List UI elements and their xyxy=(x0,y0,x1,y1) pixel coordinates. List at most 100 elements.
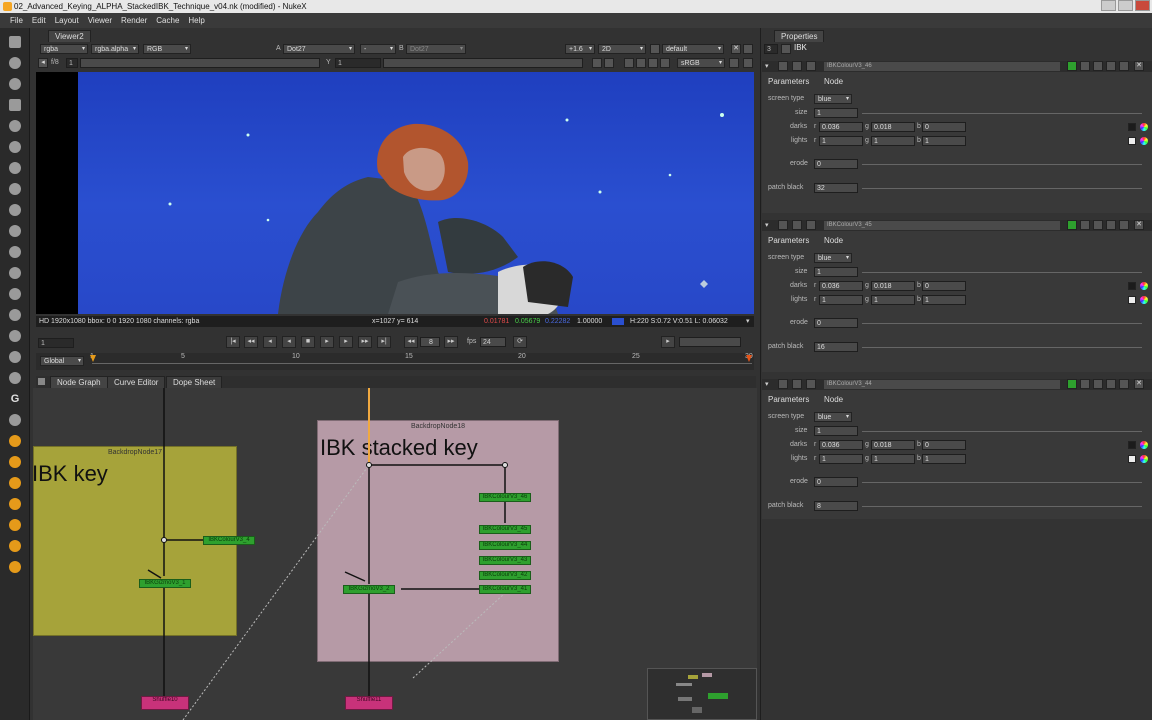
size-slider[interactable] xyxy=(862,113,1142,114)
step-forward-button[interactable]: ▸ xyxy=(339,336,353,348)
pause-icon[interactable] xyxy=(624,58,634,68)
proxy-icon[interactable] xyxy=(604,58,614,68)
close-viewer-icon[interactable]: ✕ xyxy=(731,44,741,54)
timeline[interactable]: Global 1 5 10 15 20 25 30 xyxy=(36,353,754,370)
darks-b-field[interactable]: 0 xyxy=(922,122,966,132)
node-graph-canvas[interactable]: BackdropNode17 IBK key BackdropNode18 IB… xyxy=(33,388,757,720)
undo-icon[interactable] xyxy=(1080,61,1090,71)
properties-pin-icon[interactable]: IBK xyxy=(794,43,807,53)
step-back-button[interactable]: ◂ xyxy=(263,336,277,348)
patch-black-slider[interactable] xyxy=(862,188,1142,189)
size-field[interactable]: 1 xyxy=(814,108,858,118)
panel-node-icon[interactable] xyxy=(792,379,802,389)
lights-g-field[interactable]: 1 xyxy=(871,136,915,146)
lights-r-field[interactable]: 1 xyxy=(819,295,863,305)
menu-layout[interactable]: Layout xyxy=(55,16,79,25)
node-shuffle-10[interactable]: Shuffle10 xyxy=(141,696,189,710)
panel-extra-icon[interactable] xyxy=(806,220,816,230)
revert-icon[interactable] xyxy=(1106,220,1116,230)
stop-button[interactable]: ■ xyxy=(301,336,315,348)
alpha-channel-dropdown[interactable]: rgba.alpha xyxy=(91,44,139,54)
patch-black-slider[interactable] xyxy=(862,347,1142,348)
merge-tools-icon[interactable] xyxy=(9,183,21,195)
lights-swatch[interactable] xyxy=(1128,137,1136,145)
size-field[interactable]: 1 xyxy=(814,267,858,277)
play-backward-button[interactable]: ◂ xyxy=(282,336,296,348)
node-ibk-colour-44[interactable]: IBKColourV3_44 xyxy=(479,541,531,550)
erode-slider[interactable] xyxy=(862,482,1142,483)
patch-black-field[interactable]: 8 xyxy=(814,501,858,511)
darks-swatch[interactable] xyxy=(1128,123,1136,131)
plugin-orange-1-icon[interactable] xyxy=(9,435,21,447)
node-ibk-colour[interactable]: IBKColourV3_4 xyxy=(203,536,255,545)
revert-icon[interactable] xyxy=(1106,61,1116,71)
darks-b-field[interactable]: 0 xyxy=(922,281,966,291)
erode-slider[interactable] xyxy=(862,323,1142,324)
clear-panels-icon[interactable] xyxy=(781,44,791,54)
prev-frame-icon[interactable]: ◂ xyxy=(38,58,48,68)
tab-properties[interactable]: Properties xyxy=(774,30,825,42)
lut-default-dropdown[interactable]: default xyxy=(662,44,724,54)
darks-r-field[interactable]: 0.036 xyxy=(819,440,863,450)
plugin-tools-icon[interactable] xyxy=(9,414,21,426)
menu-render[interactable]: Render xyxy=(121,16,147,25)
erode-slider[interactable] xyxy=(862,164,1142,165)
menu-viewer[interactable]: Viewer xyxy=(88,16,112,25)
lights-b-field[interactable]: 1 xyxy=(922,136,966,146)
menu-help[interactable]: Help xyxy=(188,16,204,25)
plugin-orange-2-icon[interactable] xyxy=(9,456,21,468)
redo-icon[interactable] xyxy=(1093,61,1103,71)
tab-viewer[interactable]: Viewer2 xyxy=(48,30,91,42)
tab-node[interactable]: Node xyxy=(824,77,843,86)
tab-parameters[interactable]: Parameters xyxy=(768,236,809,245)
darks-swatch[interactable] xyxy=(1128,282,1136,290)
plugin-orange-4-icon[interactable] xyxy=(9,498,21,510)
panel-settings-icon[interactable] xyxy=(778,379,788,389)
input-b-dropdown[interactable]: Dot27 xyxy=(406,44,466,54)
exposure-slider[interactable] xyxy=(80,58,320,68)
info-dropdown-icon[interactable]: ▾ xyxy=(746,317,750,325)
draw-tools-icon[interactable] xyxy=(9,57,21,69)
screen-type-dropdown[interactable]: blue xyxy=(814,253,852,263)
node-ibk-gizmo-stacked[interactable]: IBKGizmoV3_2 xyxy=(343,585,395,594)
close-panel-icon[interactable]: ✕ xyxy=(1134,61,1144,71)
playback-range-field[interactable] xyxy=(679,337,741,347)
revert-icon[interactable] xyxy=(1106,379,1116,389)
panel-node-name[interactable]: IBKColourV3_44 xyxy=(824,380,1060,389)
color-tools-icon[interactable] xyxy=(9,120,21,132)
fps-field[interactable]: 24 xyxy=(480,337,506,347)
panel-node-icon[interactable] xyxy=(792,220,802,230)
size-slider[interactable] xyxy=(862,272,1142,273)
gain-dropdown[interactable]: +1.6 xyxy=(565,44,595,54)
deep-tools-icon[interactable] xyxy=(9,309,21,321)
darks-color-wheel-icon[interactable] xyxy=(1140,441,1148,449)
float-panel-icon[interactable] xyxy=(1119,61,1129,71)
float-panel-icon[interactable] xyxy=(1119,379,1129,389)
lights-g-field[interactable]: 1 xyxy=(871,295,915,305)
erode-field[interactable]: 0 xyxy=(814,159,858,169)
plugin-orange-6-icon[interactable] xyxy=(9,540,21,552)
panel-extra-icon[interactable] xyxy=(806,379,816,389)
erode-field[interactable]: 0 xyxy=(814,318,858,328)
node-shuffle-11[interactable]: Shuffle11 xyxy=(345,696,393,710)
collapse-arrow-icon[interactable]: ▾ xyxy=(765,221,769,229)
erode-field[interactable]: 0 xyxy=(814,477,858,487)
node-ibk-colour-41[interactable]: IBKColourV3_41 xyxy=(479,585,531,594)
darks-g-field[interactable]: 0.018 xyxy=(871,440,915,450)
roi-icon[interactable] xyxy=(743,44,753,54)
node-color-icon[interactable] xyxy=(1067,220,1077,230)
furnace-tools-icon[interactable] xyxy=(9,372,21,384)
undo-icon[interactable] xyxy=(1080,220,1090,230)
tab-curve-editor[interactable]: Curve Editor xyxy=(107,376,166,388)
loop-mode-button[interactable]: ⟳ xyxy=(513,336,527,348)
channel-tools-icon[interactable] xyxy=(9,99,21,111)
skip-forward-button[interactable]: ▸▸ xyxy=(444,336,458,348)
current-frame-field[interactable]: 1 xyxy=(38,338,74,348)
colorspace-dropdown[interactable]: RGB xyxy=(143,44,191,54)
node-color-icon[interactable] xyxy=(1067,379,1077,389)
undo-icon[interactable] xyxy=(1080,379,1090,389)
prev-keyframe-button[interactable]: ◂◂ xyxy=(244,336,258,348)
skip-back-button[interactable]: ◂◂ xyxy=(404,336,418,348)
lights-swatch[interactable] xyxy=(1128,455,1136,463)
gamma-slider[interactable] xyxy=(383,58,583,68)
